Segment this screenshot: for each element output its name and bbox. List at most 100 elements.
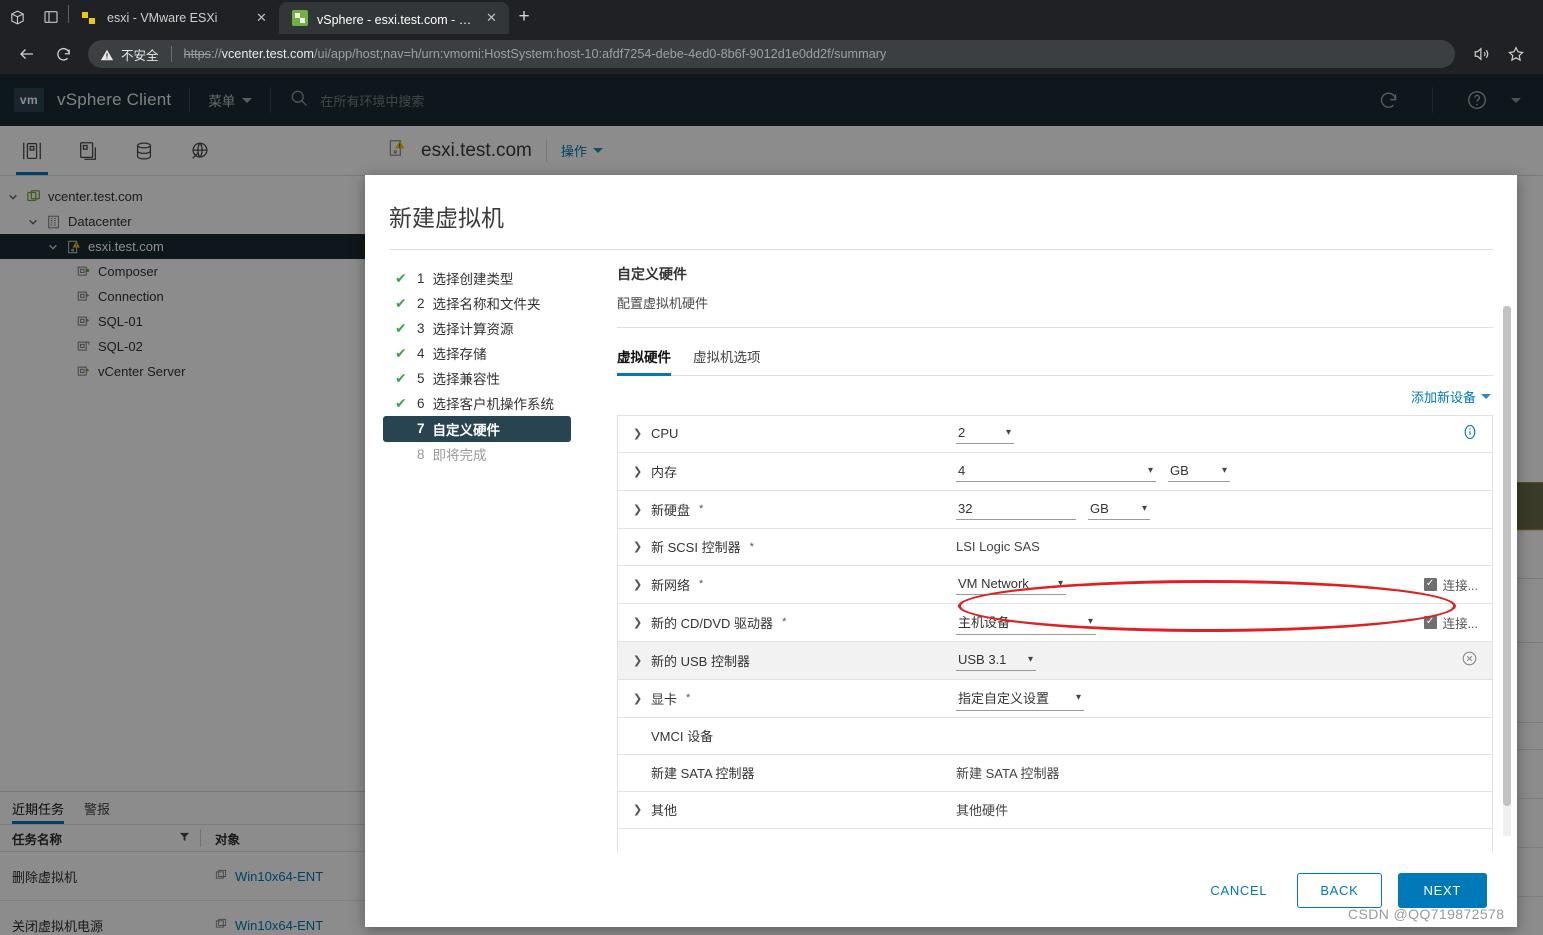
step-label: 自定义硬件 — [432, 422, 501, 438]
row-trailing — [1461, 650, 1492, 670]
info-icon[interactable] — [1462, 424, 1478, 443]
row-label: 新建 SATA 控制器 — [618, 763, 956, 782]
cd-dvd-source-select[interactable]: 主机设备 ▾ — [956, 610, 1096, 635]
row-label[interactable]: ❯ 新的 CD/DVD 驱动器 * — [618, 613, 956, 632]
new-tab-button[interactable]: + — [509, 2, 539, 32]
hardware-label: 新硬盘 — [651, 502, 691, 518]
chevron-down-icon — [1481, 393, 1491, 399]
chevron-right-icon[interactable]: ❯ — [633, 578, 642, 591]
browser-tab-vsphere[interactable]: vSphere - esxi.test.com - 摘要 ✕ — [279, 2, 509, 34]
step-label: 选择客户机操作系统 — [432, 397, 555, 413]
row-label[interactable]: ❯ 新网络 * — [618, 575, 956, 594]
row-label[interactable]: ❯ 新的 USB 控制器 — [618, 651, 956, 670]
step-number: 3 — [417, 320, 425, 336]
video-card-value: 指定自定义设置 — [958, 690, 1050, 706]
chevron-down-icon: ▾ — [1057, 577, 1063, 589]
row-label[interactable]: ❯ 显卡 * — [618, 689, 956, 708]
url-bar[interactable]: 不安全 https://vcenter.test.com/ui/app/host… — [88, 40, 1455, 68]
reload-icon[interactable] — [48, 39, 78, 69]
network-connect-checkbox[interactable]: ✓ — [1423, 577, 1437, 591]
row-label[interactable]: ❯ 内存 — [618, 462, 956, 481]
hardware-row-new-cd-dvd-drive[interactable]: ❯ 新的 CD/DVD 驱动器 * 主机设备 ▾ ✓ 连接... — [618, 603, 1492, 642]
close-icon[interactable]: ✕ — [483, 10, 500, 27]
wizard-step-5[interactable]: ✔ 5 选择兼容性 — [383, 366, 601, 391]
hardware-tabbar: 虚拟硬件 虚拟机选项 — [617, 346, 1493, 376]
chevron-right-icon[interactable]: ❯ — [633, 803, 642, 816]
close-icon[interactable]: ✕ — [253, 10, 270, 27]
scrollbar-thumb[interactable] — [1503, 305, 1511, 806]
not-secure-icon — [100, 48, 114, 61]
favorite-star-icon[interactable] — [1501, 39, 1531, 69]
tab-list-icon[interactable] — [34, 0, 68, 34]
hardware-label: 其他 — [651, 803, 678, 819]
step-number: 4 — [417, 345, 425, 361]
browser-tab-label: esxi - VMware ESXi — [107, 11, 218, 25]
wizard-step-6[interactable]: ✔ 6 选择客户机操作系统 — [383, 391, 601, 416]
chevron-right-icon[interactable]: ❯ — [633, 540, 642, 553]
hardware-row-new-scsi-controller[interactable]: ❯ 新 SCSI 控制器 * LSI Logic SAS — [618, 528, 1492, 566]
cancel-button[interactable]: CANCEL — [1196, 874, 1281, 907]
add-new-device-label: 添加新设备 — [1410, 389, 1476, 405]
back-icon[interactable] — [12, 39, 42, 69]
wizard-step-8[interactable]: 8 即将完成 — [383, 442, 601, 467]
video-card-select[interactable]: 指定自定义设置 ▾ — [956, 686, 1084, 711]
hardware-row-new-hard-disk[interactable]: ❯ 新硬盘 * 32 GB ▾ — [618, 490, 1492, 529]
chevron-right-icon[interactable]: ❯ — [633, 616, 642, 629]
wizard-step-7[interactable]: 7 自定义硬件 — [383, 415, 571, 442]
security-label: 不安全 — [121, 48, 159, 63]
chevron-right-icon[interactable]: ❯ — [633, 692, 642, 705]
row-value: 2 ▾ — [956, 423, 1462, 445]
watermark: CSDN @QQ719872578 — [1348, 906, 1505, 922]
vsphere-favicon — [292, 10, 308, 26]
required-marker: * — [699, 578, 704, 591]
row-label[interactable]: ❯ 新硬盘 * — [618, 500, 956, 519]
hardware-row-memory[interactable]: ❯ 内存 4 ▾ GB ▾ — [618, 452, 1492, 491]
step-number: 2 — [417, 295, 425, 311]
memory-unit-select[interactable]: GB ▾ — [1168, 461, 1230, 482]
chevron-right-icon[interactable]: ❯ — [633, 503, 642, 516]
back-button[interactable]: BACK — [1297, 873, 1382, 908]
hardware-label: CPU — [651, 426, 679, 442]
tab-search-icon[interactable] — [0, 0, 34, 34]
step-label: 选择存储 — [432, 347, 487, 363]
required-marker: * — [749, 540, 754, 553]
tab-virtual-hardware[interactable]: 虚拟硬件 — [617, 346, 671, 376]
chevron-right-icon[interactable]: ❯ — [633, 654, 642, 667]
step-label: 选择计算资源 — [432, 322, 514, 338]
network-connect-label: 连接... — [1442, 578, 1478, 593]
hardware-row-other[interactable]: ❯ 其他 其他硬件 — [618, 791, 1492, 829]
remove-icon[interactable] — [1461, 650, 1478, 670]
cpu-value: 2 — [958, 425, 966, 441]
add-new-device-button[interactable]: 添加新设备 — [617, 376, 1493, 415]
wizard-step-3[interactable]: ✔ 3 选择计算资源 — [383, 316, 601, 341]
hardware-row-vmci-device: VMCI 设备 — [618, 717, 1492, 755]
hardware-row-cpu[interactable]: ❯ CPU 2 ▾ — [618, 415, 1492, 453]
hardware-label: 新 SCSI 控制器 — [651, 540, 741, 556]
hardware-row-new-usb-controller[interactable]: ❯ 新的 USB 控制器 USB 3.1 ▾ — [618, 641, 1492, 680]
wizard-step-2[interactable]: ✔ 2 选择名称和文件夹 — [383, 291, 601, 316]
row-label[interactable]: ❯ 其他 — [618, 800, 956, 819]
usb-version-select[interactable]: USB 3.1 ▾ — [956, 650, 1036, 671]
chevron-right-icon[interactable]: ❯ — [633, 427, 642, 440]
chevron-right-icon[interactable]: ❯ — [633, 465, 642, 478]
wizard-step-4[interactable]: ✔ 4 选择存储 — [383, 341, 601, 366]
browser-tab-esxi[interactable]: esxi - VMware ESXi ✕ — [69, 2, 279, 34]
read-aloud-icon[interactable] — [1467, 39, 1497, 69]
chevron-down-icon: ▾ — [1005, 427, 1011, 439]
check-icon: ✔ — [395, 294, 407, 311]
dialog-scrollbar[interactable] — [1503, 305, 1511, 836]
network-select[interactable]: VM Network ▾ — [956, 574, 1066, 595]
disk-unit-select[interactable]: GB ▾ — [1088, 499, 1150, 520]
hardware-row-video-card[interactable]: ❯ 显卡 * 指定自定义设置 ▾ — [618, 679, 1492, 718]
row-label[interactable]: ❯ CPU — [618, 426, 956, 441]
next-button[interactable]: NEXT — [1397, 873, 1487, 908]
disk-size-input[interactable]: 32 — [956, 499, 1076, 520]
tab-vm-options[interactable]: 虚拟机选项 — [693, 346, 761, 375]
row-label[interactable]: ❯ 新 SCSI 控制器 * — [618, 537, 956, 556]
row-value: 其他硬件 — [956, 800, 1492, 819]
memory-select[interactable]: 4 ▾ — [956, 461, 1156, 482]
cpu-select[interactable]: 2 ▾ — [956, 423, 1014, 445]
cd-dvd-connect-checkbox[interactable]: ✓ — [1423, 615, 1437, 629]
hardware-row-new-network[interactable]: ❯ 新网络 * VM Network ▾ ✓ 连接... — [618, 565, 1492, 604]
wizard-step-1[interactable]: ✔ 1 选择创建类型 — [383, 266, 601, 291]
